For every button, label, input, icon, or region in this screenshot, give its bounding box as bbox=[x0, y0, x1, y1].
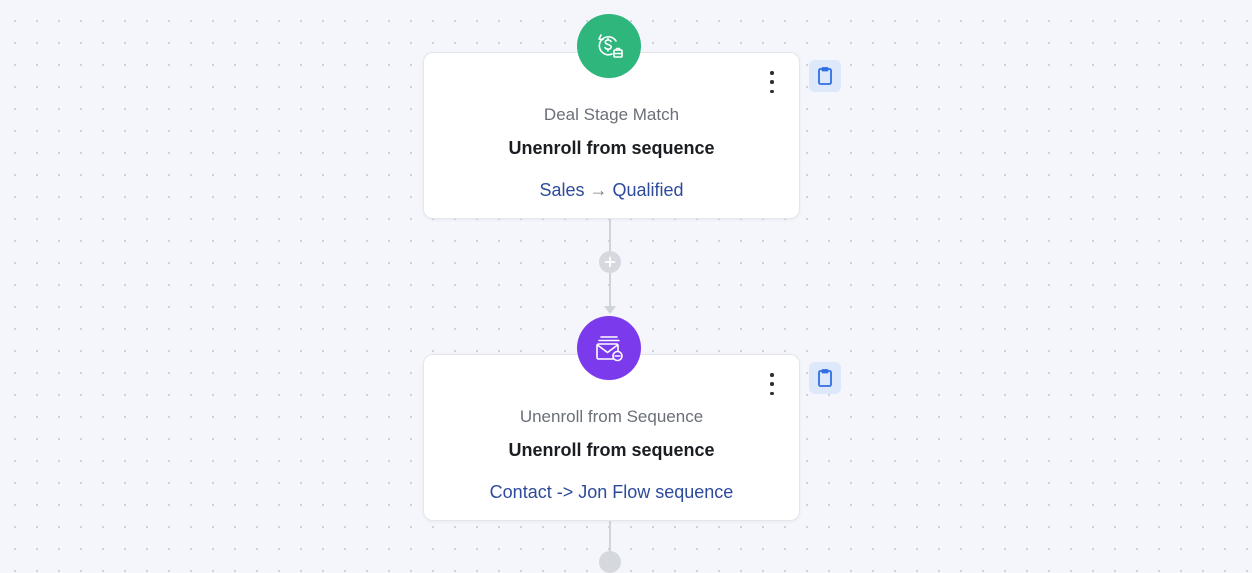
add-step-button[interactable] bbox=[599, 251, 621, 273]
clipboard-icon bbox=[818, 67, 832, 85]
node-detail: Contact -> Jon Flow sequence bbox=[489, 482, 734, 502]
stage-from: Sales bbox=[539, 180, 585, 200]
more-options-icon[interactable] bbox=[765, 373, 779, 395]
plus-icon bbox=[604, 256, 616, 268]
connector-arrow bbox=[604, 306, 616, 314]
node-title: Unenroll from sequence bbox=[508, 440, 715, 460]
add-step-button-partial[interactable] bbox=[599, 551, 621, 573]
deal-stage-icon bbox=[577, 14, 641, 78]
node-title: Unenroll from sequence bbox=[508, 138, 715, 158]
node-detail: Sales → Qualified bbox=[424, 180, 799, 201]
stage-to: Qualified bbox=[612, 180, 684, 200]
clipboard-button[interactable] bbox=[809, 60, 841, 92]
node-subtitle: Deal Stage Match bbox=[543, 105, 680, 124]
more-options-icon[interactable] bbox=[765, 71, 779, 93]
clipboard-button[interactable] bbox=[809, 362, 841, 394]
node-subtitle: Unenroll from Sequence bbox=[519, 407, 704, 426]
unenroll-mail-icon bbox=[577, 316, 641, 380]
arrow-right-icon: → bbox=[589, 180, 608, 200]
clipboard-icon bbox=[818, 369, 832, 387]
